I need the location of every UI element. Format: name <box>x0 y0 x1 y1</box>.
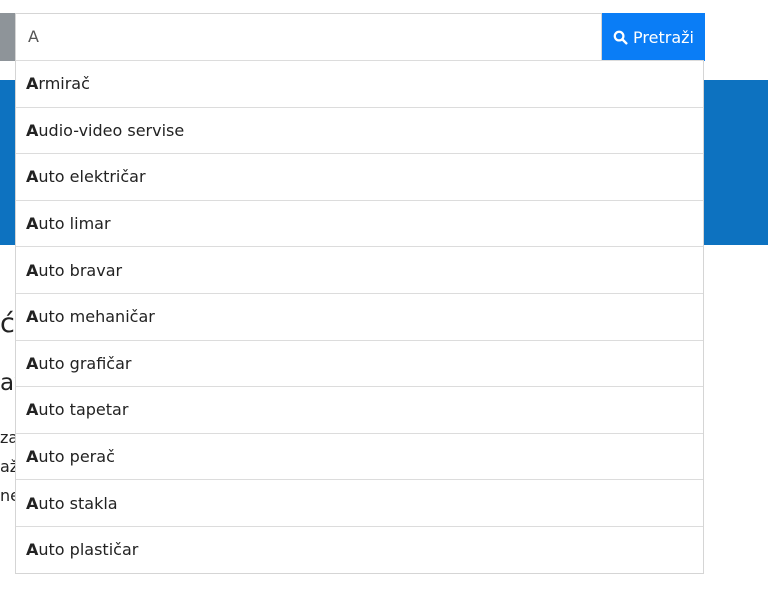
suggestion-rest: uto mehaničar <box>38 307 155 327</box>
suggestion-match: A <box>26 493 39 513</box>
suggestion-item[interactable]: Auto tapetar <box>16 386 703 433</box>
suggestion-item[interactable]: Auto bravar <box>16 246 703 293</box>
suggestion-match: A <box>26 540 39 560</box>
search-button[interactable]: Pretraži <box>602 13 705 61</box>
suggestion-match: A <box>26 120 39 140</box>
page: će av za až ne A Pretraži Armirač Audio-… <box>0 0 768 602</box>
suggestion-item[interactable]: Auto limar <box>16 199 703 247</box>
suggestion-rest: uto električar <box>38 167 146 187</box>
suggestion-match: A <box>26 260 39 280</box>
suggestion-item[interactable]: Auto stakla <box>16 479 703 526</box>
partially-hidden-button[interactable] <box>0 13 15 61</box>
suggestion-rest: uto tapetar <box>38 400 129 420</box>
suggestion-item[interactable]: Auto grafičar <box>16 339 703 387</box>
suggestion-item[interactable]: Auto mehaničar <box>16 292 703 340</box>
suggestion-item[interactable]: Auto električar <box>16 153 703 200</box>
search-icon <box>613 30 628 45</box>
suggestion-match: A <box>26 353 39 373</box>
suggestion-item[interactable]: Audio-video servise <box>16 106 703 154</box>
suggestion-rest: uto grafičar <box>38 353 132 373</box>
suggestion-rest: uto limar <box>38 214 111 234</box>
suggestion-rest: uto stakla <box>38 493 118 513</box>
suggestion-match: A <box>26 400 39 420</box>
autocomplete-dropdown: Armirač Audio-video servise Auto elektri… <box>15 60 704 574</box>
suggestion-rest: udio-video servise <box>38 120 185 140</box>
suggestion-rest: rmirač <box>38 74 90 94</box>
suggestion-match: A <box>26 214 39 234</box>
suggestion-rest: uto perač <box>38 447 115 467</box>
suggestion-item[interactable]: Armirač <box>16 60 703 107</box>
suggestion-item[interactable]: Auto plastičar <box>16 525 703 573</box>
suggestion-match: A <box>26 74 39 94</box>
suggestion-item[interactable]: Auto perač <box>16 432 703 480</box>
search-button-label: Pretraži <box>633 27 694 47</box>
suggestion-match: A <box>26 307 39 327</box>
suggestion-match: A <box>26 167 39 187</box>
suggestion-rest: uto plastičar <box>38 540 139 560</box>
search-input[interactable]: A <box>15 13 602 61</box>
suggestion-rest: uto bravar <box>38 260 123 280</box>
suggestion-match: A <box>26 447 39 467</box>
